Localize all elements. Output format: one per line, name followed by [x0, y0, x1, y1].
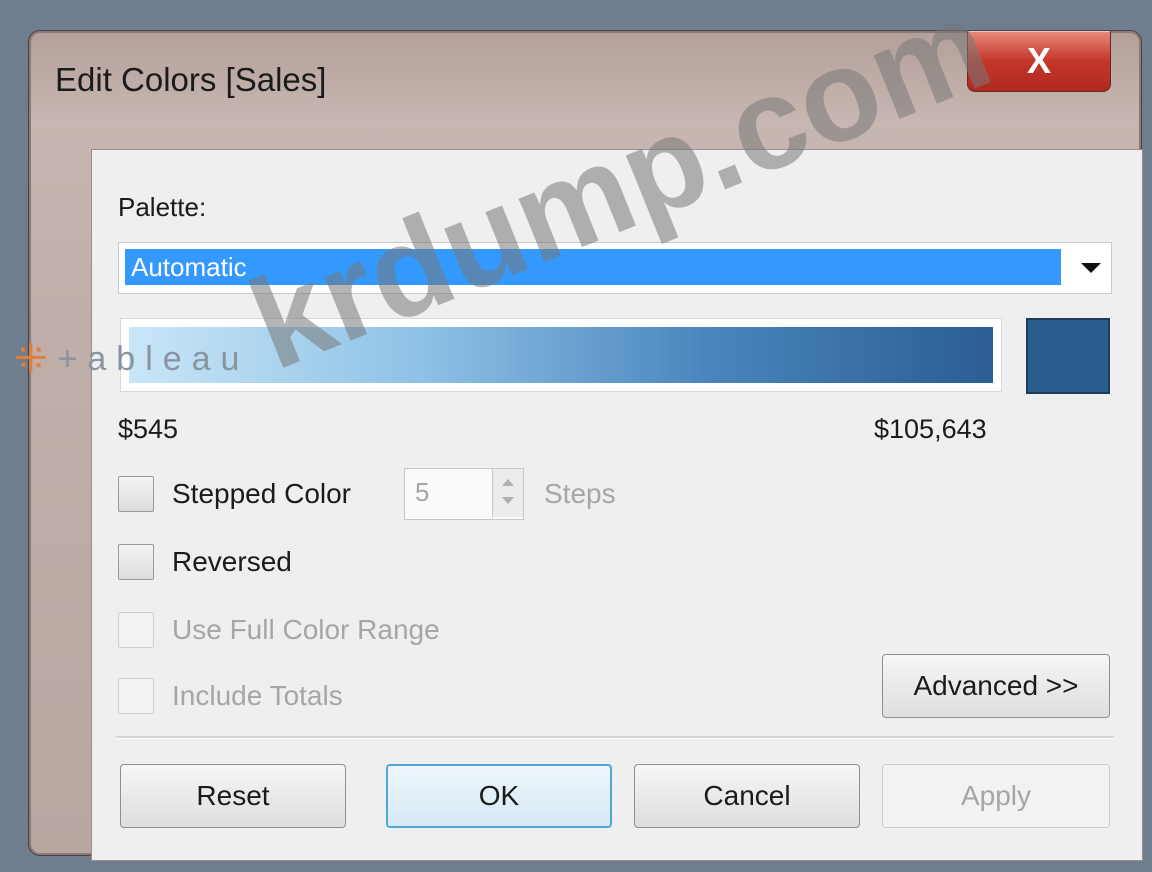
- steps-stepper: 5: [404, 468, 524, 520]
- tableau-logo: ⁜ +ableau: [14, 336, 249, 382]
- steps-label: Steps: [544, 478, 616, 509]
- spin-down-icon: [502, 497, 514, 504]
- cancel-button[interactable]: Cancel: [634, 764, 860, 828]
- include-totals-label: Include Totals: [172, 680, 343, 711]
- include-totals-checkbox: [118, 678, 154, 714]
- palette-label: Palette:: [118, 192, 207, 222]
- reset-button[interactable]: Reset: [120, 764, 346, 828]
- spin-up-icon: [502, 479, 514, 486]
- stepped-color-label: Stepped Color: [172, 478, 352, 509]
- stepped-color-checkbox[interactable]: [118, 476, 154, 512]
- ok-button[interactable]: OK: [386, 764, 612, 828]
- use-full-color-range-checkbox: [118, 612, 154, 648]
- end-color-swatch[interactable]: [1026, 318, 1110, 394]
- use-full-color-range-label: Use Full Color Range: [172, 614, 440, 645]
- color-ramp: [120, 318, 1002, 392]
- dialog-title: Edit Colors [Sales]: [55, 61, 327, 98]
- include-totals-option: Include Totals: [118, 678, 343, 714]
- reversed-label: Reversed: [172, 546, 292, 577]
- range-max-label: $105,643: [874, 414, 987, 444]
- use-full-color-range-option: Use Full Color Range: [118, 612, 440, 648]
- close-icon: X: [1026, 40, 1051, 81]
- range-min-label: $545: [118, 414, 179, 444]
- color-ramp-gradient: [129, 327, 993, 383]
- chevron-down-icon[interactable]: [1081, 263, 1101, 273]
- reversed-checkbox[interactable]: [118, 544, 154, 580]
- reversed-option[interactable]: Reversed: [118, 544, 292, 580]
- apply-button: Apply: [882, 764, 1110, 828]
- steps-spinner: [492, 469, 523, 517]
- stepped-color-option[interactable]: Stepped Color: [118, 476, 351, 512]
- separator: [116, 736, 1114, 739]
- tableau-mark-icon: ⁜: [14, 337, 48, 381]
- tableau-logo-text: +ableau: [57, 339, 250, 378]
- steps-value: 5: [415, 477, 430, 507]
- advanced-button[interactable]: Advanced >>: [882, 654, 1110, 718]
